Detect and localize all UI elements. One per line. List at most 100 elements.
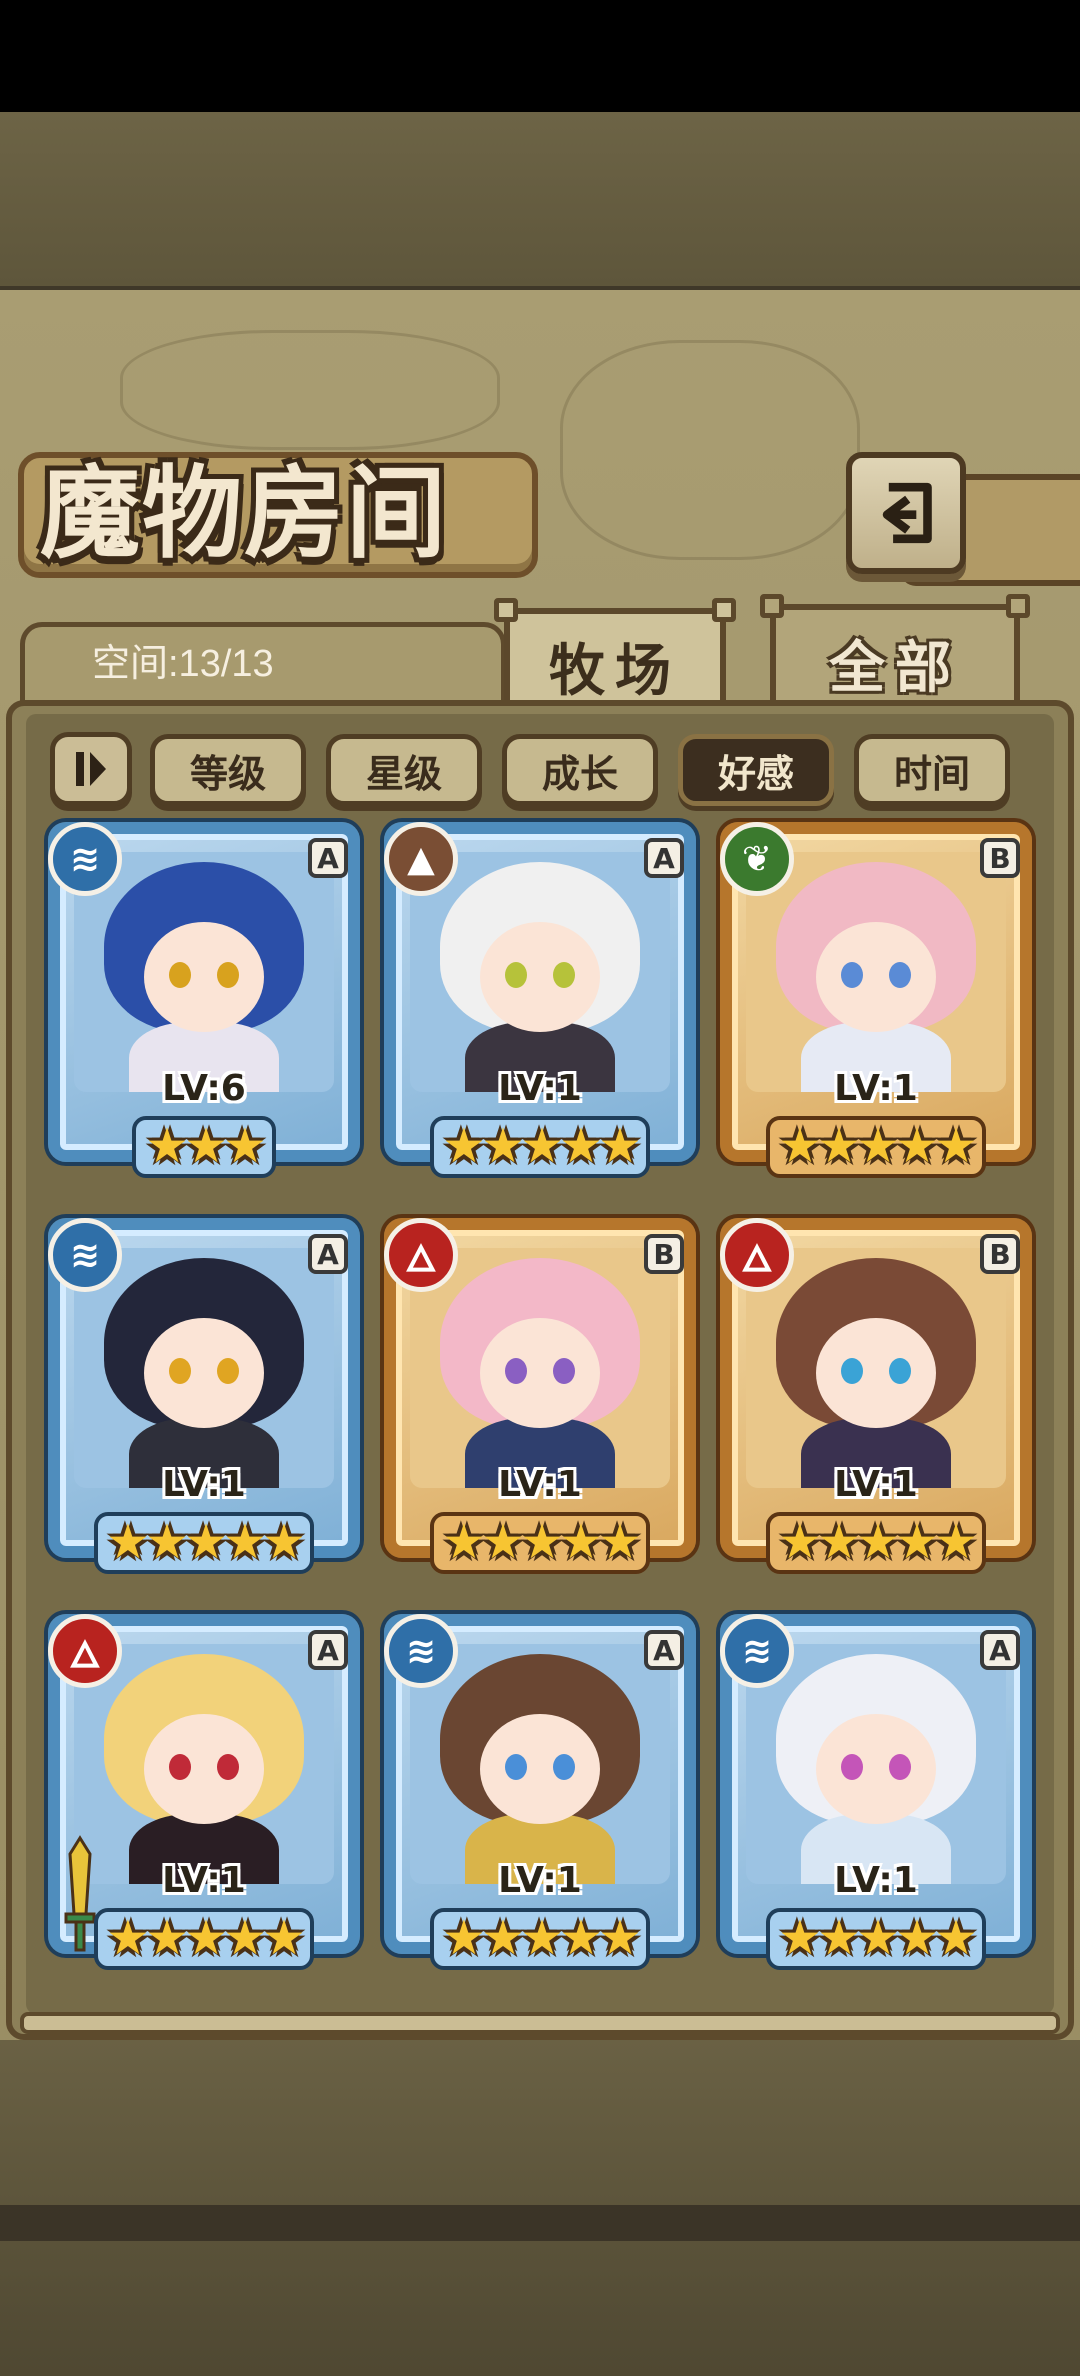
sort-order-icon [76, 752, 106, 786]
level-label: LV:1 [834, 1464, 918, 1505]
monster-card[interactable]: ❦ B LV:1 ★★★★★ [720, 822, 1032, 1182]
monster-card[interactable]: ▲ A LV:1 ★★★★★ [384, 822, 696, 1182]
fire-element-icon: 🜂 [384, 1218, 458, 1292]
star-icon: ★ [442, 1118, 485, 1174]
monster-portrait [410, 1644, 670, 1884]
star-icon: ★ [262, 1514, 306, 1570]
star-icon: ★ [559, 1910, 603, 1966]
level-label: LV:1 [162, 1464, 246, 1505]
star-icon: ★ [856, 1910, 899, 1966]
sort-order-toggle[interactable] [50, 732, 132, 806]
monster-card[interactable]: ≋ A LV:1 ★★★★★ [384, 1614, 696, 1974]
star-icon: ★ [481, 1910, 524, 1966]
star-icon: ★ [184, 1514, 227, 1570]
star-rating: ★★★★★ [384, 1118, 696, 1174]
star-icon: ★ [895, 1514, 939, 1570]
level-label: LV:1 [498, 1464, 582, 1505]
star-icon: ★ [481, 1118, 524, 1174]
monster-card[interactable]: ≋ A LV:1 ★★★★★ [48, 1218, 360, 1578]
star-icon: ★ [778, 1118, 821, 1174]
monster-card[interactable]: 🜂 A LV:1 ★★★★★ [48, 1614, 360, 1974]
star-icon: ★ [106, 1910, 149, 1966]
star-rating: ★★★★★ [720, 1910, 1032, 1966]
rank-badge: A [308, 1630, 348, 1670]
monster-card[interactable]: 🜂 B LV:1 ★★★★★ [384, 1218, 696, 1578]
star-rating: ★★★ [48, 1118, 360, 1174]
star-icon: ★ [106, 1514, 149, 1570]
star-icon: ★ [223, 1514, 267, 1570]
sort-level-button[interactable]: 等级 [150, 734, 306, 806]
monster-card[interactable]: 🜂 B LV:1 ★★★★★ [720, 1218, 1032, 1578]
tab-pasture-label: 牧场 [549, 637, 681, 704]
star-rating: ★★★★★ [48, 1910, 360, 1966]
monster-portrait [746, 852, 1006, 1092]
monster-portrait [410, 1248, 670, 1488]
star-icon: ★ [442, 1514, 485, 1570]
level-label: LV:6 [162, 1068, 246, 1109]
star-icon: ★ [223, 1910, 267, 1966]
water-element-icon: ≋ [48, 822, 122, 896]
star-icon: ★ [817, 1514, 860, 1570]
star-icon: ★ [520, 1118, 563, 1174]
panel-bottom-rail [20, 2012, 1060, 2034]
rank-badge: A [644, 1630, 684, 1670]
star-icon: ★ [184, 1118, 227, 1174]
earth-element-icon: ▲ [384, 822, 458, 896]
monster-portrait [746, 1644, 1006, 1884]
star-icon: ★ [934, 1910, 978, 1966]
monster-card[interactable]: ≋ A LV:1 ★★★★★ [720, 1614, 1032, 1974]
status-bar [0, 0, 1080, 112]
star-icon: ★ [598, 1514, 642, 1570]
water-element-icon: ≋ [48, 1218, 122, 1292]
map-decoration [560, 340, 860, 560]
star-icon: ★ [856, 1118, 899, 1174]
sort-growth-button[interactable]: 成长 [502, 734, 658, 806]
tab-all-label: 全部 [829, 634, 961, 701]
level-label: LV:1 [162, 1860, 246, 1901]
star-rating: ★★★★★ [48, 1514, 360, 1570]
star-icon: ★ [481, 1514, 524, 1570]
star-icon: ★ [598, 1118, 642, 1174]
star-icon: ★ [778, 1910, 821, 1966]
star-icon: ★ [817, 1118, 860, 1174]
water-element-icon: ≋ [720, 1614, 794, 1688]
monster-portrait [74, 1644, 334, 1884]
star-icon: ★ [145, 1910, 188, 1966]
star-icon: ★ [442, 1910, 485, 1966]
sort-star-button[interactable]: 星级 [326, 734, 482, 806]
monster-portrait [746, 1248, 1006, 1488]
star-icon: ★ [934, 1118, 978, 1174]
star-icon: ★ [262, 1910, 306, 1966]
star-icon: ★ [520, 1910, 563, 1966]
return-arrow-icon [882, 482, 932, 544]
rank-badge: B [644, 1234, 684, 1274]
star-icon: ★ [895, 1910, 939, 1966]
star-rating: ★★★★★ [384, 1514, 696, 1570]
star-icon: ★ [559, 1118, 603, 1174]
star-icon: ★ [145, 1514, 188, 1570]
rank-badge: B [980, 1234, 1020, 1274]
map-decoration [120, 330, 500, 450]
star-rating: ★★★★★ [720, 1118, 1032, 1174]
level-label: LV:1 [834, 1860, 918, 1901]
star-icon: ★ [598, 1910, 642, 1966]
grass-element-icon: ❦ [720, 822, 794, 896]
fire-element-icon: 🜂 [720, 1218, 794, 1292]
star-rating: ★★★★★ [720, 1514, 1032, 1570]
rank-badge: A [308, 838, 348, 878]
star-icon: ★ [778, 1514, 821, 1570]
level-label: LV:1 [498, 1860, 582, 1901]
star-icon: ★ [184, 1910, 227, 1966]
star-icon: ★ [817, 1910, 860, 1966]
sort-affection-button[interactable]: 好感 [678, 734, 834, 806]
sort-time-button[interactable]: 时间 [854, 734, 1010, 806]
star-icon: ★ [520, 1514, 563, 1570]
page-title: 魔物房间 [40, 454, 448, 572]
rank-badge: A [980, 1630, 1020, 1670]
star-icon: ★ [145, 1118, 188, 1174]
map-background-top [0, 112, 1080, 292]
water-element-icon: ≋ [384, 1614, 458, 1688]
back-button[interactable] [846, 452, 966, 574]
star-icon: ★ [856, 1514, 899, 1570]
monster-card[interactable]: ≋ A LV:6 ★★★ [48, 822, 360, 1182]
